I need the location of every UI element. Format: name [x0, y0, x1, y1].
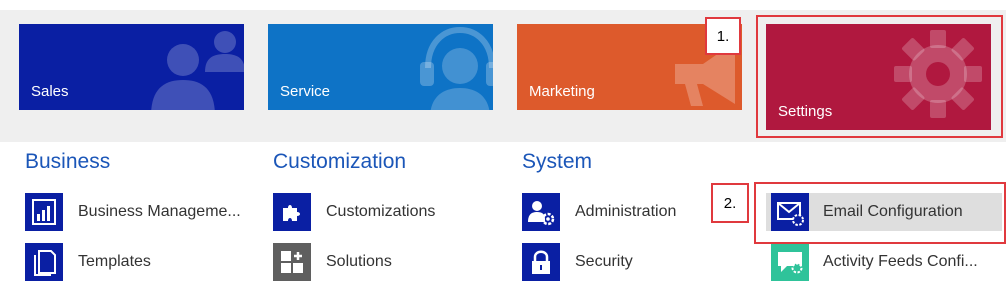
administration-icon: [522, 193, 560, 231]
activity-feeds-label: Activity Feeds Confi...: [823, 253, 978, 270]
email-configuration-highlight-box: [754, 182, 1006, 244]
templates-item[interactable]: Templates: [25, 243, 151, 281]
administration-label: Administration: [575, 203, 677, 220]
marketing-tile-label: Marketing: [529, 83, 595, 100]
administration-item[interactable]: Administration: [522, 193, 676, 231]
business-management-icon: [25, 193, 63, 231]
activity-feeds-item[interactable]: Activity Feeds Confi...: [771, 243, 978, 281]
people-icon: [151, 31, 244, 110]
security-label: Security: [575, 253, 633, 270]
group-title-customization: Customization: [273, 150, 407, 173]
templates-icon: [25, 243, 63, 281]
step-2-callout: 2.: [711, 183, 749, 223]
service-tile-label: Service: [280, 83, 331, 100]
solutions-item[interactable]: Solutions: [273, 243, 392, 281]
solutions-icon: [273, 243, 311, 281]
lock-icon: [522, 243, 560, 281]
templates-label: Templates: [78, 253, 151, 270]
business-management-label: Business Manageme...: [78, 203, 241, 220]
headset-icon: [420, 26, 493, 110]
group-title-system: System: [522, 150, 593, 173]
security-item[interactable]: Security: [522, 243, 633, 281]
settings-highlight-box: [756, 15, 1003, 138]
customizations-label: Customizations: [326, 203, 436, 220]
customizations-item[interactable]: Customizations: [273, 193, 435, 231]
group-title-business: Business: [25, 150, 111, 173]
activity-feeds-icon: [771, 243, 809, 281]
business-management-item[interactable]: Business Manageme...: [25, 193, 241, 231]
puzzle-icon: [273, 193, 311, 231]
sales-tile[interactable]: Sales: [19, 24, 244, 110]
step-1-callout: 1.: [705, 17, 741, 55]
solutions-label: Solutions: [326, 253, 392, 270]
tiles-band-top-margin: [0, 0, 1006, 10]
sales-tile-label: Sales: [31, 83, 69, 100]
service-tile[interactable]: Service: [268, 24, 493, 110]
